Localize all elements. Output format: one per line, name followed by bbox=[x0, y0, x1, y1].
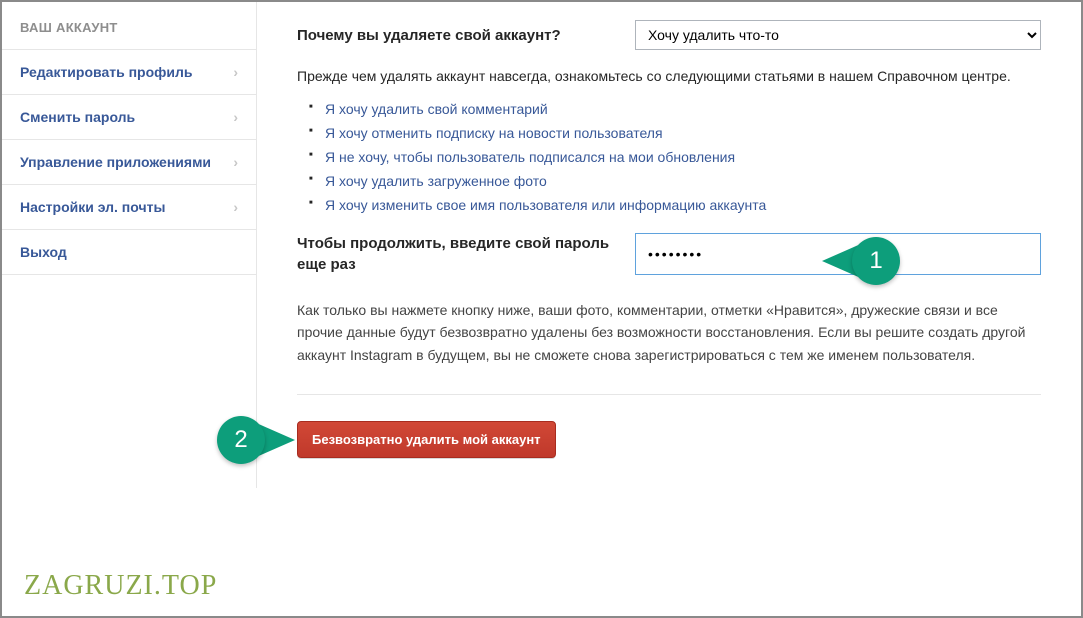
main-content: Почему вы удаляете свой аккаунт? Хочу уд… bbox=[257, 2, 1081, 488]
sidebar: ВАШ АККАУНТ Редактировать профиль › Смен… bbox=[2, 2, 257, 488]
sidebar-header: ВАШ АККАУНТ bbox=[2, 2, 256, 50]
password-input[interactable] bbox=[635, 233, 1041, 275]
help-link[interactable]: Я хочу удалить загруженное фото bbox=[325, 173, 547, 189]
sidebar-item-change-password[interactable]: Сменить пароль › bbox=[2, 95, 256, 140]
chevron-right-icon: › bbox=[233, 154, 238, 170]
sidebar-item-manage-apps[interactable]: Управление приложениями › bbox=[2, 140, 256, 185]
sidebar-item-edit-profile[interactable]: Редактировать профиль › bbox=[2, 50, 256, 95]
sidebar-item-label: Выход bbox=[20, 244, 67, 260]
help-links-list: Я хочу удалить свой комментарий Я хочу о… bbox=[309, 101, 1041, 213]
help-link[interactable]: Я хочу изменить свое имя пользователя ил… bbox=[325, 197, 766, 213]
help-link[interactable]: Я хочу удалить свой комментарий bbox=[325, 101, 548, 117]
chevron-right-icon: › bbox=[233, 64, 238, 80]
sidebar-item-label: Сменить пароль bbox=[20, 109, 135, 125]
chevron-right-icon: › bbox=[233, 109, 238, 125]
help-link[interactable]: Я не хочу, чтобы пользователь подписался… bbox=[325, 149, 735, 165]
sidebar-item-label: Управление приложениями bbox=[20, 154, 211, 170]
sidebar-item-logout[interactable]: Выход bbox=[2, 230, 256, 275]
intro-text: Прежде чем удалять аккаунт навсегда, озн… bbox=[297, 66, 1041, 87]
delete-reason-label: Почему вы удаляете свой аккаунт? bbox=[297, 27, 617, 44]
divider bbox=[297, 394, 1041, 395]
delete-reason-select[interactable]: Хочу удалить что-то bbox=[635, 20, 1041, 50]
password-label: Чтобы продолжить, введите свой пароль ещ… bbox=[297, 233, 617, 275]
watermark-text: ZAGRUZI.TOP bbox=[24, 570, 217, 602]
help-link[interactable]: Я хочу отменить подписку на новости поль… bbox=[325, 125, 663, 141]
sidebar-item-label: Редактировать профиль bbox=[20, 64, 193, 80]
chevron-right-icon: › bbox=[233, 199, 238, 215]
sidebar-item-label: Настройки эл. почты bbox=[20, 199, 165, 215]
delete-account-button[interactable]: Безвозвратно удалить мой аккаунт bbox=[297, 421, 556, 458]
sidebar-item-email-settings[interactable]: Настройки эл. почты › bbox=[2, 185, 256, 230]
delete-warning-text: Как только вы нажмете кнопку ниже, ваши … bbox=[297, 299, 1041, 366]
